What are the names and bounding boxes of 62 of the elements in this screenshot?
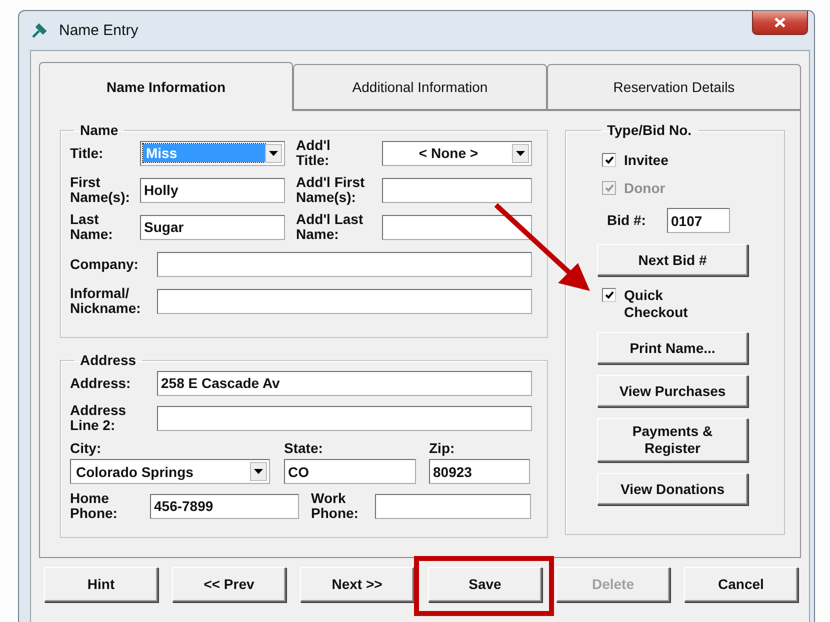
dialog-button[interactable]: Hint: [44, 567, 158, 602]
checkbox-label: Invitee: [624, 152, 668, 169]
checkbox-label: Donor: [624, 180, 666, 197]
field-label: Work Phone:: [311, 491, 360, 521]
group-title: Name: [79, 122, 120, 138]
field-label: Company:: [70, 256, 140, 272]
group-title: Address: [79, 352, 138, 368]
field-label: Home Phone:: [70, 491, 118, 521]
app-icon: [31, 22, 47, 38]
field-label: Add'l First Name(s):: [296, 175, 366, 205]
field-label: Zip:: [429, 441, 456, 456]
dialog-button[interactable]: Next >>: [300, 567, 414, 602]
tab[interactable]: Reservation Details: [547, 64, 801, 110]
dropdown-arrow-button[interactable]: [250, 462, 267, 481]
address-field[interactable]: [157, 406, 532, 430]
title-dropdown[interactable]: < None >: [382, 140, 532, 166]
group-title: Type/Bid No.: [606, 122, 693, 138]
field-label: Informal/ Nickname:: [70, 286, 142, 316]
caret-icon: [516, 150, 525, 156]
state-field[interactable]: CO: [284, 459, 416, 484]
bid-number-field[interactable]: 0107: [667, 208, 730, 233]
city-dropdown[interactable]: Colorado Springs: [70, 459, 270, 484]
checkbox[interactable]: [602, 153, 616, 167]
phone-field[interactable]: [375, 494, 531, 518]
zip-field[interactable]: 80923: [429, 459, 530, 484]
side-button[interactable]: View Donations: [597, 473, 748, 505]
checkbox[interactable]: [602, 288, 616, 302]
last-name-field[interactable]: [382, 214, 532, 240]
field-label: Last Name:: [70, 212, 114, 242]
tab[interactable]: Name Information: [39, 62, 293, 111]
dialog-button[interactable]: Save: [428, 567, 542, 602]
window-title: Name Entry: [59, 22, 138, 39]
side-button[interactable]: Next Bid #: [597, 244, 748, 276]
field-label: City:: [70, 441, 102, 456]
close-icon: [774, 17, 786, 28]
nickname-field[interactable]: [157, 288, 532, 314]
dropdown-arrow-button[interactable]: [265, 144, 282, 162]
side-button[interactable]: View Purchases: [597, 375, 748, 407]
field-label: Bid #:: [607, 213, 647, 228]
field-label: Add'l Last Name:: [296, 212, 364, 242]
address-field[interactable]: 258 E Cascade Av: [157, 370, 532, 396]
field-label: Add'l Title:: [296, 138, 332, 168]
tab[interactable]: Additional Information: [293, 64, 547, 110]
side-button[interactable]: Print Name...: [597, 332, 748, 364]
field-label: First Name(s):: [70, 175, 131, 205]
first-name-field[interactable]: [382, 178, 532, 202]
phone-field[interactable]: 456-7899: [150, 494, 299, 518]
dialog-button[interactable]: Cancel: [684, 567, 798, 602]
close-button[interactable]: [752, 11, 808, 35]
field-label: State:: [284, 441, 324, 456]
first-name-field[interactable]: Holly: [140, 178, 285, 202]
last-name-field[interactable]: Sugar: [140, 214, 285, 240]
field-label: Address Line 2:: [70, 403, 128, 433]
field-label: Address:: [70, 376, 132, 390]
company-field[interactable]: [157, 252, 532, 276]
field-label: Title:: [70, 146, 104, 160]
dialog-button[interactable]: << Prev: [172, 567, 286, 602]
caret-icon: [254, 469, 263, 474]
side-button[interactable]: Payments & Register: [597, 418, 748, 462]
caret-icon: [269, 150, 278, 156]
checkbox-label: Quick Checkout: [624, 287, 688, 321]
dropdown-arrow-button[interactable]: [512, 144, 529, 162]
